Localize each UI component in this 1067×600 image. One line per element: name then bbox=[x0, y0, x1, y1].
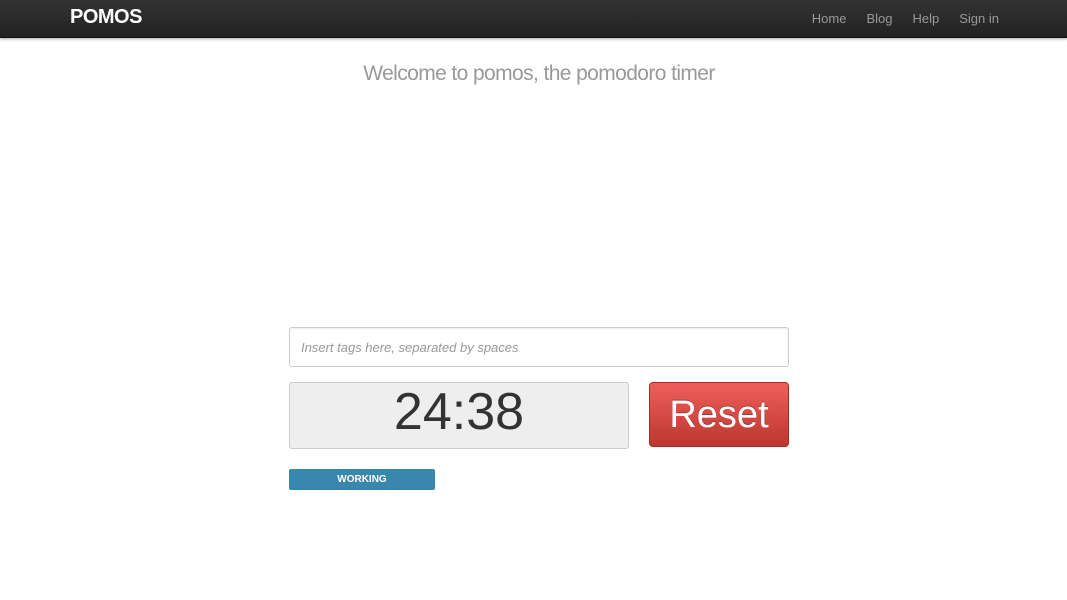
nav-link-home[interactable]: Home bbox=[812, 11, 847, 26]
nav-link-blog[interactable]: Blog bbox=[866, 11, 892, 26]
nav-link-help[interactable]: Help bbox=[913, 11, 940, 26]
timer-display: 24:38 bbox=[289, 382, 629, 449]
status-badge: WORKING bbox=[289, 469, 435, 490]
tags-input[interactable] bbox=[289, 327, 789, 367]
nav-links: Home Blog Help Sign in bbox=[812, 0, 999, 37]
reset-button[interactable]: Reset bbox=[649, 382, 789, 447]
top-navbar: POMOS Home Blog Help Sign in bbox=[0, 0, 1067, 38]
welcome-heading: Welcome to pomos, the pomodoro timer bbox=[363, 62, 715, 85]
nav-link-sign-in[interactable]: Sign in bbox=[959, 11, 999, 26]
brand-logo[interactable]: POMOS bbox=[70, 6, 142, 29]
